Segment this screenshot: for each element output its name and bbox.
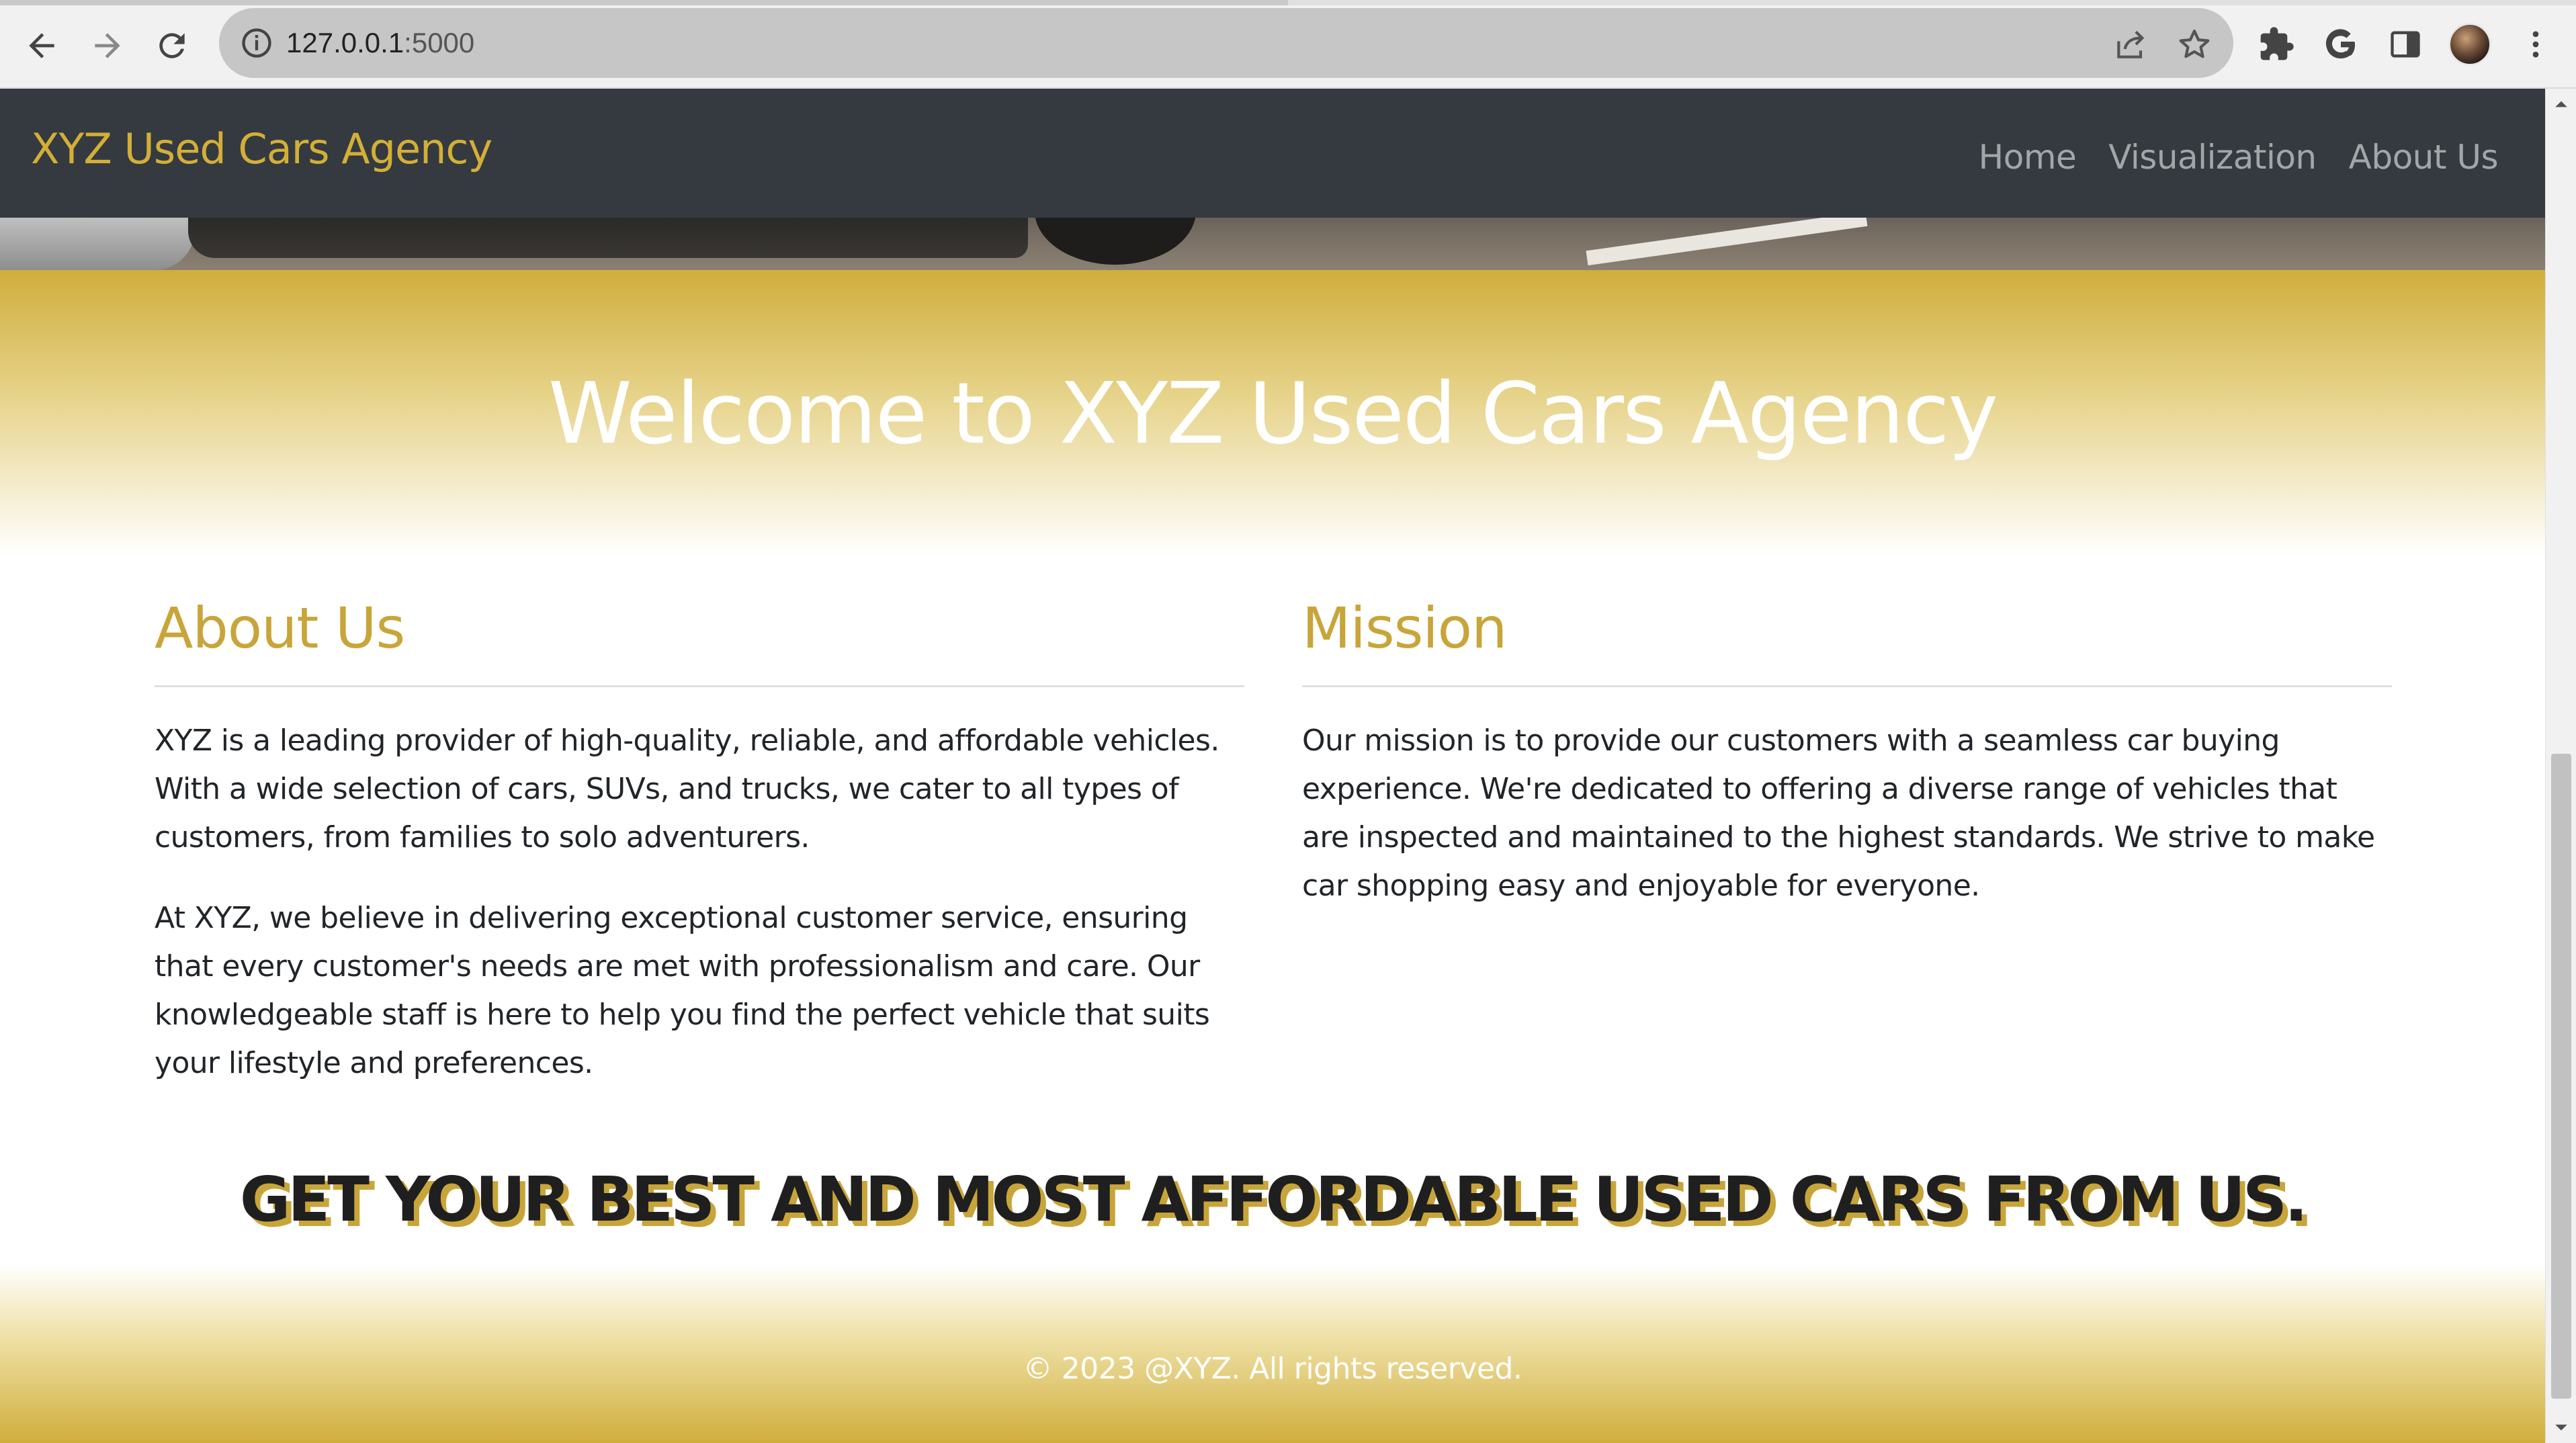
mission-section: Mission Our mission is to provide our cu… [1302,584,2392,943]
nav-link-visualization[interactable]: Visualization [2108,138,2317,177]
about-section: About Us XYZ is a leading provider of hi… [155,584,1244,1120]
brand-logo-text[interactable]: XYZ Used Cars Agency [31,89,492,218]
mission-paragraph: Our mission is to provide our customers … [1302,724,2375,903]
forward-arrow-icon[interactable] [81,19,134,73]
nav-links: Home Visualization About Us [1979,89,2499,218]
avatar[interactable] [2448,23,2491,66]
star-icon[interactable] [2176,26,2213,63]
url-host: 127.0.0.1 [286,27,404,58]
car-body-silver [0,218,195,270]
footer-copyright: © 2023 @XYZ. All rights reserved. [1023,1352,1522,1386]
car-body-dark [188,218,1028,258]
info-icon[interactable] [239,26,274,60]
reload-icon[interactable] [145,19,199,73]
parking-lane-line [1586,218,1868,266]
about-paragraph-2: At XYZ, we believe in delivering excepti… [155,901,1210,1080]
back-arrow-icon[interactable] [15,19,69,73]
mission-divider [1302,685,2392,687]
nav-link-about-us[interactable]: About Us [2349,138,2499,177]
google-g-icon[interactable] [2321,24,2361,64]
side-panel-icon[interactable] [2385,24,2425,64]
page-title: Welcome to XYZ Used Cars Agency [548,364,1998,463]
browser-toolbar: 127.0.0.1:5000 [0,0,2576,89]
scrollbar-thumb[interactable] [2551,754,2571,1399]
scroll-down-arrow-icon[interactable] [2546,1412,2576,1443]
car-tire [1035,218,1196,265]
url-port: :5000 [404,27,475,58]
share-icon[interactable] [2112,26,2150,63]
page-load-bar [0,0,2576,5]
puzzle-icon[interactable] [2256,24,2296,64]
mission-heading: Mission [1302,595,1507,661]
about-heading: About Us [155,595,405,661]
site-navbar: XYZ Used Cars Agency Home Visualization … [0,89,2545,218]
nav-link-home[interactable]: Home [1979,138,2077,177]
about-paragraph-1: XYZ is a leading provider of high-qualit… [155,724,1219,855]
url-text: 127.0.0.1:5000 [286,8,474,78]
hero-car-image [0,218,2545,270]
tagline: GET YOUR BEST AND MOST AFFORDABLE USED C… [239,1164,2308,1235]
address-bar[interactable]: 127.0.0.1:5000 [219,8,2233,78]
about-divider [155,685,1244,687]
kebab-menu-icon[interactable] [2516,24,2556,64]
page-viewport: XYZ Used Cars Agency Home Visualization … [0,89,2545,1443]
page-load-bar-fill [0,0,1288,5]
vertical-scrollbar[interactable] [2545,89,2576,1443]
scroll-up-arrow-icon[interactable] [2546,89,2576,120]
